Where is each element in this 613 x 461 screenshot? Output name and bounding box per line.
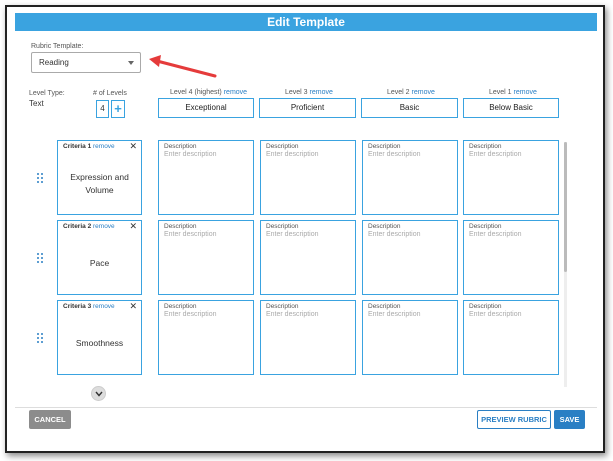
description-placeholder: Enter description — [266, 311, 319, 318]
description-placeholder: Enter description — [164, 231, 217, 238]
description-placeholder: Enter description — [368, 151, 421, 158]
criteria-label: Criteria 3 — [63, 303, 92, 310]
criteria-card[interactable]: Criteria 2 remove ✕ Pace — [57, 220, 142, 295]
description-field[interactable]: Description Enter description — [158, 300, 254, 375]
num-levels-value[interactable]: 4 — [96, 100, 109, 118]
remove-level-link[interactable]: remove — [412, 89, 435, 96]
description-field[interactable]: Description Enter description — [158, 140, 254, 215]
cancel-button[interactable]: CANCEL — [29, 410, 71, 429]
description-placeholder: Enter description — [164, 311, 217, 318]
modal-title: Edit Template — [15, 13, 597, 31]
description-field[interactable]: Description Enter description — [260, 220, 356, 295]
level-header-text: Level 1 — [489, 89, 512, 96]
remove-criteria-link[interactable]: remove — [93, 223, 115, 230]
level-header-text: Level 3 — [285, 89, 308, 96]
criteria-label: Criteria 2 — [63, 223, 92, 230]
level-header-4: Level 4 (highest) remove — [170, 89, 247, 96]
description-label: Description — [164, 223, 197, 230]
close-icon[interactable]: ✕ — [129, 141, 137, 152]
level-header-3: Level 3 remove — [285, 89, 333, 96]
level-header-2: Level 2 remove — [387, 89, 435, 96]
description-label: Description — [368, 303, 401, 310]
description-field[interactable]: Description Enter description — [260, 140, 356, 215]
level-name-input[interactable]: Proficient — [259, 98, 356, 118]
preview-rubric-button[interactable]: PREVIEW RUBRIC — [477, 410, 551, 429]
criteria-name: Expression and Volume — [70, 171, 129, 195]
description-placeholder: Enter description — [266, 231, 319, 238]
criteria-name: Pace — [89, 258, 110, 268]
description-label: Description — [266, 303, 299, 310]
save-button[interactable]: SAVE — [554, 410, 585, 429]
drag-handle-icon[interactable] — [37, 173, 43, 183]
scrollbar[interactable] — [564, 142, 567, 387]
criteria-header: Criteria 3 remove — [63, 303, 115, 310]
edit-template-modal: Edit Template Rubric Template: Reading L… — [5, 5, 605, 453]
close-icon[interactable]: ✕ — [129, 301, 137, 312]
description-placeholder: Enter description — [469, 311, 522, 318]
description-field[interactable]: Description Enter description — [463, 300, 559, 375]
description-label: Description — [266, 223, 299, 230]
remove-level-link[interactable]: remove — [514, 89, 537, 96]
criteria-card[interactable]: Criteria 3 remove ✕ Smoothness — [57, 300, 142, 375]
rubric-template-value: Reading — [39, 58, 69, 67]
description-placeholder: Enter description — [368, 231, 421, 238]
description-field[interactable]: Description Enter description — [260, 300, 356, 375]
drag-handle-icon[interactable] — [37, 333, 43, 343]
add-level-button[interactable]: + — [111, 100, 125, 118]
footer-divider — [15, 407, 597, 408]
description-field[interactable]: Description Enter description — [362, 140, 458, 215]
description-label: Description — [469, 223, 502, 230]
description-label: Description — [469, 303, 502, 310]
description-field[interactable]: Description Enter description — [463, 220, 559, 295]
level-name-input[interactable]: Below Basic — [463, 98, 559, 118]
description-placeholder: Enter description — [266, 151, 319, 158]
expand-more-button[interactable] — [91, 386, 106, 401]
drag-handle-icon[interactable] — [37, 253, 43, 263]
remove-criteria-link[interactable]: remove — [93, 303, 115, 310]
description-label: Description — [164, 303, 197, 310]
description-placeholder: Enter description — [469, 151, 522, 158]
criteria-card[interactable]: Criteria 1 remove ✕ Expression and Volum… — [57, 140, 142, 215]
chevron-down-icon — [128, 61, 134, 65]
description-field[interactable]: Description Enter description — [362, 300, 458, 375]
level-header-text: Level 4 (highest) — [170, 89, 222, 96]
criteria-name: Smoothness — [75, 338, 124, 348]
description-field[interactable]: Description Enter description — [463, 140, 559, 215]
level-name-input[interactable]: Exceptional — [158, 98, 254, 118]
rubric-template-label: Rubric Template: — [31, 43, 84, 50]
criteria-label: Criteria 1 — [63, 143, 92, 150]
level-type-label: Level Type: — [29, 90, 65, 97]
description-placeholder: Enter description — [164, 151, 217, 158]
description-label: Description — [368, 223, 401, 230]
close-icon[interactable]: ✕ — [129, 221, 137, 232]
criteria-header: Criteria 2 remove — [63, 223, 115, 230]
num-levels-label: # of Levels — [93, 90, 127, 97]
rubric-template-select[interactable]: Reading — [31, 52, 141, 73]
red-arrow-icon — [149, 55, 217, 78]
description-placeholder: Enter description — [469, 231, 522, 238]
description-field[interactable]: Description Enter description — [158, 220, 254, 295]
description-label: Description — [368, 143, 401, 150]
description-label: Description — [266, 143, 299, 150]
level-header-text: Level 2 — [387, 89, 410, 96]
description-field[interactable]: Description Enter description — [362, 220, 458, 295]
description-label: Description — [469, 143, 502, 150]
chevron-down-icon — [94, 391, 103, 397]
level-header-1: Level 1 remove — [489, 89, 537, 96]
description-placeholder: Enter description — [368, 311, 421, 318]
description-label: Description — [164, 143, 197, 150]
level-type-value: Text — [29, 99, 44, 108]
level-name-input[interactable]: Basic — [361, 98, 458, 118]
scrollbar-thumb[interactable] — [564, 142, 567, 272]
remove-criteria-link[interactable]: remove — [93, 143, 115, 150]
remove-level-link[interactable]: remove — [224, 89, 247, 96]
criteria-header: Criteria 1 remove — [63, 143, 115, 150]
remove-level-link[interactable]: remove — [310, 89, 333, 96]
